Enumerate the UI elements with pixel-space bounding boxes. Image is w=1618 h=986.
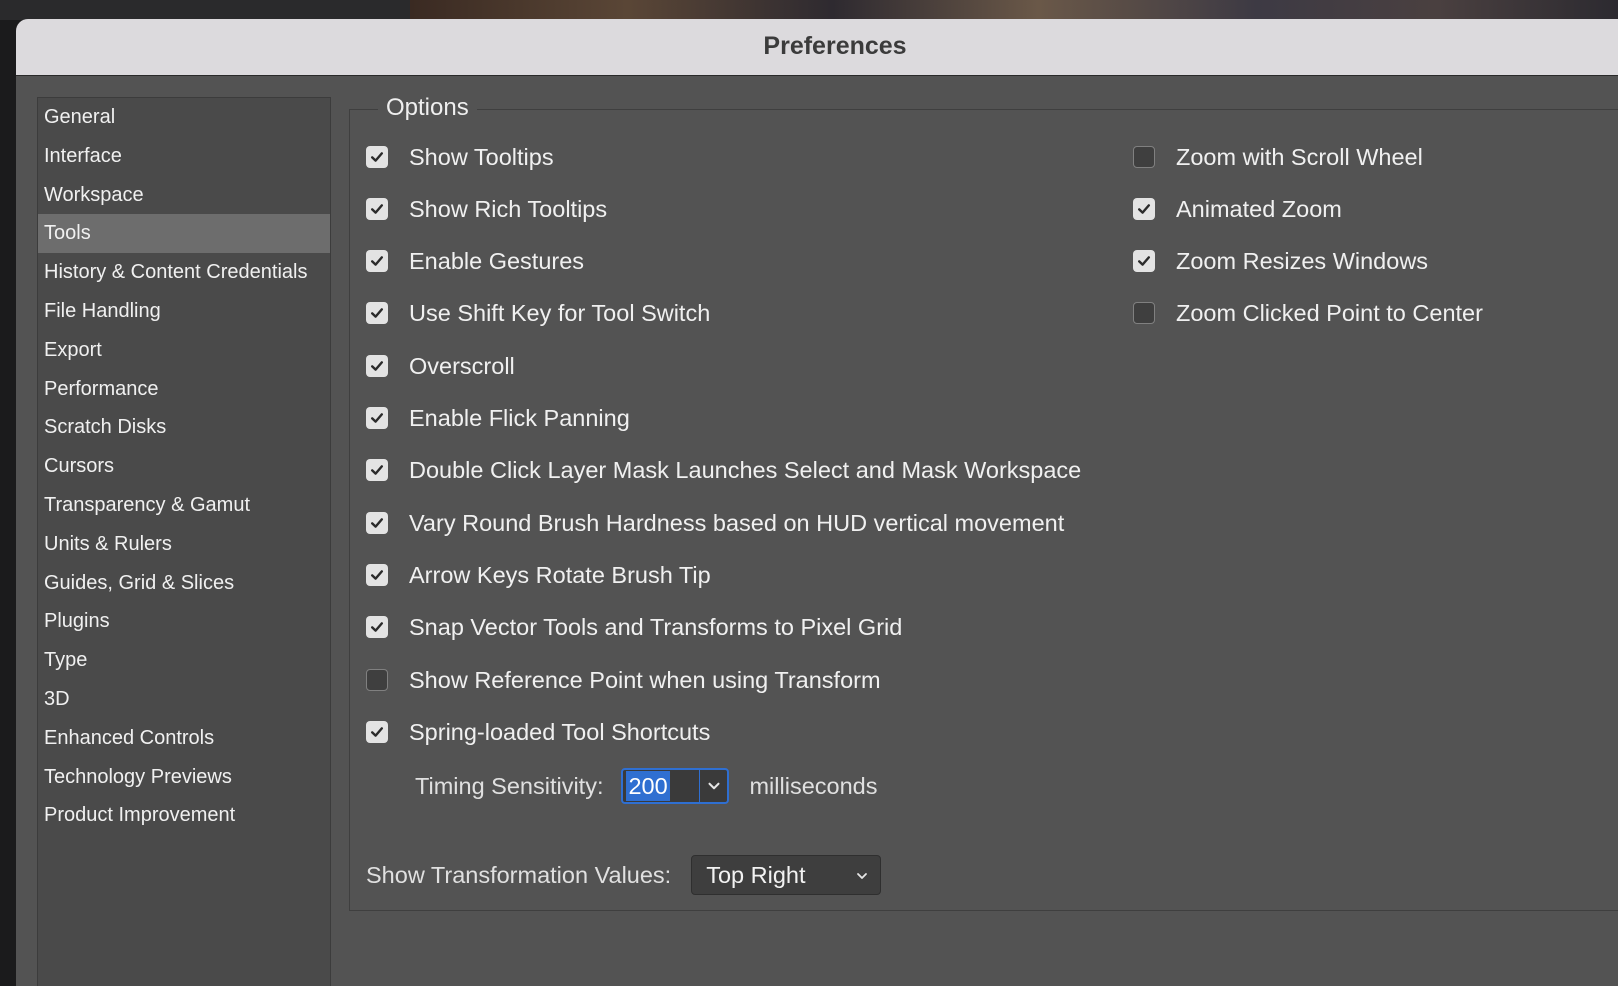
checkmark-icon [371, 413, 383, 423]
checkbox-animated-zoom[interactable] [1133, 198, 1155, 220]
sidebar-item-workspace[interactable]: Workspace [38, 176, 330, 215]
sidebar-item-cursors[interactable]: Cursors [38, 447, 330, 486]
chevron-down-icon [857, 873, 868, 879]
option-label: Snap Vector Tools and Transforms to Pixe… [409, 613, 903, 640]
checkmark-icon [371, 308, 383, 318]
option-overscroll[interactable]: Overscroll [366, 351, 515, 381]
option-label: Show Rich Tooltips [409, 195, 608, 222]
option-label: Use Shift Key for Tool Switch [409, 299, 711, 326]
sidebar-item-plugins[interactable]: Plugins [38, 602, 330, 641]
preferences-sidebar: General Interface Workspace Tools Histor… [37, 97, 331, 986]
transformation-values-row: Show Transformation Values: Top Right [366, 855, 882, 895]
sidebar-item-type[interactable]: Type [38, 641, 330, 680]
checkmark-icon [371, 256, 383, 266]
transformation-values-label: Show Transformation Values: [366, 861, 672, 888]
option-zoom-resizes-windows[interactable]: Zoom Resizes Windows [1133, 246, 1428, 276]
sidebar-item-guides-grid-slices[interactable]: Guides, Grid & Slices [38, 564, 330, 603]
option-label: Zoom Clicked Point to Center [1176, 299, 1483, 326]
option-label: Zoom Resizes Windows [1176, 247, 1429, 274]
preferences-dialog: Preferences General Interface Workspace … [16, 19, 1618, 986]
sidebar-item-3d[interactable]: 3D [38, 680, 330, 719]
option-vary-round-brush-hardness[interactable]: Vary Round Brush Hardness based on HUD v… [366, 508, 1064, 538]
sidebar-item-performance[interactable]: Performance [38, 370, 330, 409]
option-label: Double Click Layer Mask Launches Select … [409, 456, 1082, 483]
background-image-strip [410, 0, 1618, 20]
checkmark-icon [371, 361, 383, 371]
option-zoom-scroll-wheel[interactable]: Zoom with Scroll Wheel [1133, 142, 1423, 172]
checkmark-icon [1138, 256, 1150, 266]
checkmark-icon [371, 727, 383, 737]
option-zoom-clicked-point-center[interactable]: Zoom Clicked Point to Center [1133, 298, 1483, 328]
checkmark-icon [371, 204, 383, 214]
option-label: Enable Gestures [409, 247, 585, 274]
sidebar-item-interface[interactable]: Interface [38, 137, 330, 176]
background-app-area [0, 0, 410, 20]
timing-sensitivity-label: Timing Sensitivity: [415, 772, 604, 799]
option-double-click-layer-mask[interactable]: Double Click Layer Mask Launches Select … [366, 455, 1081, 485]
sidebar-item-enhanced-controls[interactable]: Enhanced Controls [38, 719, 330, 758]
option-enable-flick-panning[interactable]: Enable Flick Panning [366, 403, 630, 433]
checkmark-icon [371, 570, 383, 580]
checkmark-icon [371, 465, 383, 475]
sidebar-item-product-improvement[interactable]: Product Improvement [38, 796, 330, 835]
checkbox-enable-gestures[interactable] [366, 250, 388, 272]
option-label: Vary Round Brush Hardness based on HUD v… [409, 509, 1065, 536]
title-bar[interactable]: Preferences [16, 19, 1618, 76]
option-animated-zoom[interactable]: Animated Zoom [1133, 194, 1342, 224]
sidebar-item-transparency-gamut[interactable]: Transparency & Gamut [38, 486, 330, 525]
checkbox-show-tooltips[interactable] [366, 146, 388, 168]
checkbox-show-rich-tooltips[interactable] [366, 198, 388, 220]
checkmark-icon [371, 518, 383, 528]
option-label: Arrow Keys Rotate Brush Tip [409, 561, 711, 588]
transformation-values-selected: Top Right [706, 861, 806, 888]
option-label: Show Reference Point when using Transfor… [409, 666, 881, 693]
sidebar-item-history-content-credentials[interactable]: History & Content Credentials [38, 253, 330, 292]
checkbox-show-reference-point[interactable] [366, 669, 388, 691]
checkbox-arrow-keys-rotate-brush[interactable] [366, 564, 388, 586]
checkmark-icon [1138, 204, 1150, 214]
option-snap-vector-tools[interactable]: Snap Vector Tools and Transforms to Pixe… [366, 612, 902, 642]
option-label: Show Tooltips [409, 143, 554, 170]
timing-sensitivity-value[interactable]: 200 [626, 771, 670, 801]
timing-unit-label: milliseconds [749, 772, 878, 799]
sidebar-item-scratch-disks[interactable]: Scratch Disks [38, 408, 330, 447]
checkbox-enable-flick-panning[interactable] [366, 407, 388, 429]
field-divider [699, 770, 701, 802]
dialog-title: Preferences [763, 32, 907, 60]
option-show-reference-point[interactable]: Show Reference Point when using Transfor… [366, 665, 881, 695]
option-arrow-keys-rotate-brush[interactable]: Arrow Keys Rotate Brush Tip [366, 560, 711, 590]
option-label: Overscroll [409, 352, 515, 379]
option-spring-loaded-shortcuts[interactable]: Spring-loaded Tool Shortcuts [366, 717, 710, 747]
option-label: Spring-loaded Tool Shortcuts [409, 718, 711, 745]
checkbox-zoom-resizes-windows[interactable] [1133, 250, 1155, 272]
option-label: Animated Zoom [1176, 195, 1342, 222]
checkbox-snap-vector-tools[interactable] [366, 616, 388, 638]
sidebar-item-general[interactable]: General [38, 98, 330, 137]
option-label: Enable Flick Panning [409, 404, 630, 431]
sidebar-item-technology-previews[interactable]: Technology Previews [38, 758, 330, 797]
timing-sensitivity-row: Timing Sensitivity: 200 milliseconds [415, 767, 877, 805]
checkbox-spring-loaded-shortcuts[interactable] [366, 721, 388, 743]
options-group-title: Options [378, 93, 477, 123]
option-show-tooltips[interactable]: Show Tooltips [366, 142, 554, 172]
sidebar-item-units-rulers[interactable]: Units & Rulers [38, 525, 330, 564]
option-label: Zoom with Scroll Wheel [1176, 143, 1423, 170]
sidebar-item-tools[interactable]: Tools [38, 214, 330, 254]
option-show-rich-tooltips[interactable]: Show Rich Tooltips [366, 194, 607, 224]
transformation-values-select[interactable]: Top Right [691, 855, 882, 895]
sidebar-item-export[interactable]: Export [38, 331, 330, 370]
checkmark-icon [371, 622, 383, 632]
checkbox-overscroll[interactable] [366, 355, 388, 377]
sidebar-item-file-handling[interactable]: File Handling [38, 292, 330, 331]
checkbox-double-click-layer-mask[interactable] [366, 459, 388, 481]
checkbox-zoom-scroll-wheel[interactable] [1133, 146, 1155, 168]
checkbox-shift-key-tool-switch[interactable] [366, 302, 388, 324]
chevron-down-icon[interactable] [705, 777, 723, 795]
checkbox-zoom-clicked-point-center[interactable] [1133, 302, 1155, 324]
checkmark-icon [371, 152, 383, 162]
option-enable-gestures[interactable]: Enable Gestures [366, 246, 584, 276]
timing-sensitivity-field[interactable]: 200 [621, 768, 730, 804]
option-shift-key-tool-switch[interactable]: Use Shift Key for Tool Switch [366, 298, 710, 328]
checkbox-vary-round-brush-hardness[interactable] [366, 512, 388, 534]
